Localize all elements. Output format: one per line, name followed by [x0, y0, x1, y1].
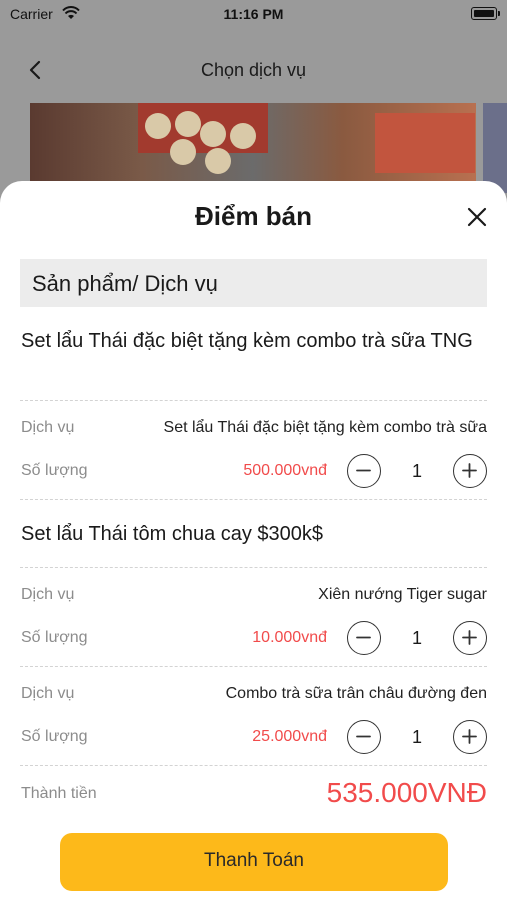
quantity-label: Số lượng — [21, 462, 88, 479]
pay-button[interactable]: Thanh Toán — [60, 833, 448, 891]
service-label: Dịch vụ — [21, 419, 75, 436]
total-label: Thành tiền — [21, 785, 97, 802]
divider — [20, 567, 487, 568]
increase-quantity-button[interactable] — [453, 454, 487, 488]
plus-icon — [462, 630, 477, 645]
total-value: 535.000VNĐ — [326, 777, 487, 808]
decrease-quantity-button[interactable] — [347, 720, 381, 754]
product-title: Set lẩu Thái đặc biệt tặng kèm combo trà… — [21, 330, 473, 352]
service-label: Dịch vụ — [21, 685, 75, 702]
food-photo — [30, 103, 476, 193]
service-value: Set lẩu Thái đặc biệt tặng kèm combo trà… — [163, 419, 487, 436]
divider — [20, 765, 487, 766]
nav-bar: Chọn dịch vụ — [0, 48, 507, 92]
quantity-value: 1 — [411, 727, 422, 747]
divider — [20, 400, 487, 401]
sheet-title: Điểm bán — [194, 201, 313, 231]
item-price: 10.000vnđ — [252, 629, 327, 646]
quantity-label: Số lượng — [21, 629, 88, 646]
status-bar: Carrier 11:16 PM — [0, 0, 507, 30]
plus-icon — [462, 729, 477, 744]
decrease-quantity-button[interactable] — [347, 621, 381, 655]
minus-icon — [356, 735, 371, 738]
plus-icon — [462, 463, 477, 478]
minus-icon — [356, 469, 371, 472]
battery-icon — [471, 7, 500, 20]
food-photo-next — [483, 103, 507, 193]
quantity-value: 1 — [411, 628, 422, 648]
service-value: Xiên nướng Tiger sugar — [318, 586, 487, 603]
quantity-value: 1 — [411, 461, 422, 481]
point-of-sale-sheet: Điểm bán Sản phẩm/ Dịch vụ Set lẩu Thái … — [0, 181, 507, 900]
increase-quantity-button[interactable] — [453, 720, 487, 754]
nav-title: Chọn dịch vụ — [200, 60, 307, 80]
clock: 11:16 PM — [223, 6, 284, 22]
close-icon[interactable] — [465, 205, 489, 229]
service-value: Combo trà sữa trân châu đường đen — [225, 685, 487, 702]
section-header: Sản phẩm/ Dịch vụ — [20, 259, 487, 307]
product-title: Set lẩu Thái tôm chua cay $300k$ — [21, 523, 324, 545]
minus-icon — [356, 636, 371, 639]
quantity-label: Số lượng — [21, 728, 88, 745]
item-price: 25.000vnđ — [252, 728, 327, 745]
increase-quantity-button[interactable] — [453, 621, 487, 655]
decrease-quantity-button[interactable] — [347, 454, 381, 488]
pay-button-label: Thanh Toán — [203, 850, 304, 871]
section-header-label: Sản phẩm/ Dịch vụ — [32, 271, 218, 296]
item-price: 500.000vnđ — [243, 462, 327, 479]
service-label: Dịch vụ — [21, 586, 75, 603]
divider — [20, 666, 487, 667]
divider — [20, 499, 487, 500]
